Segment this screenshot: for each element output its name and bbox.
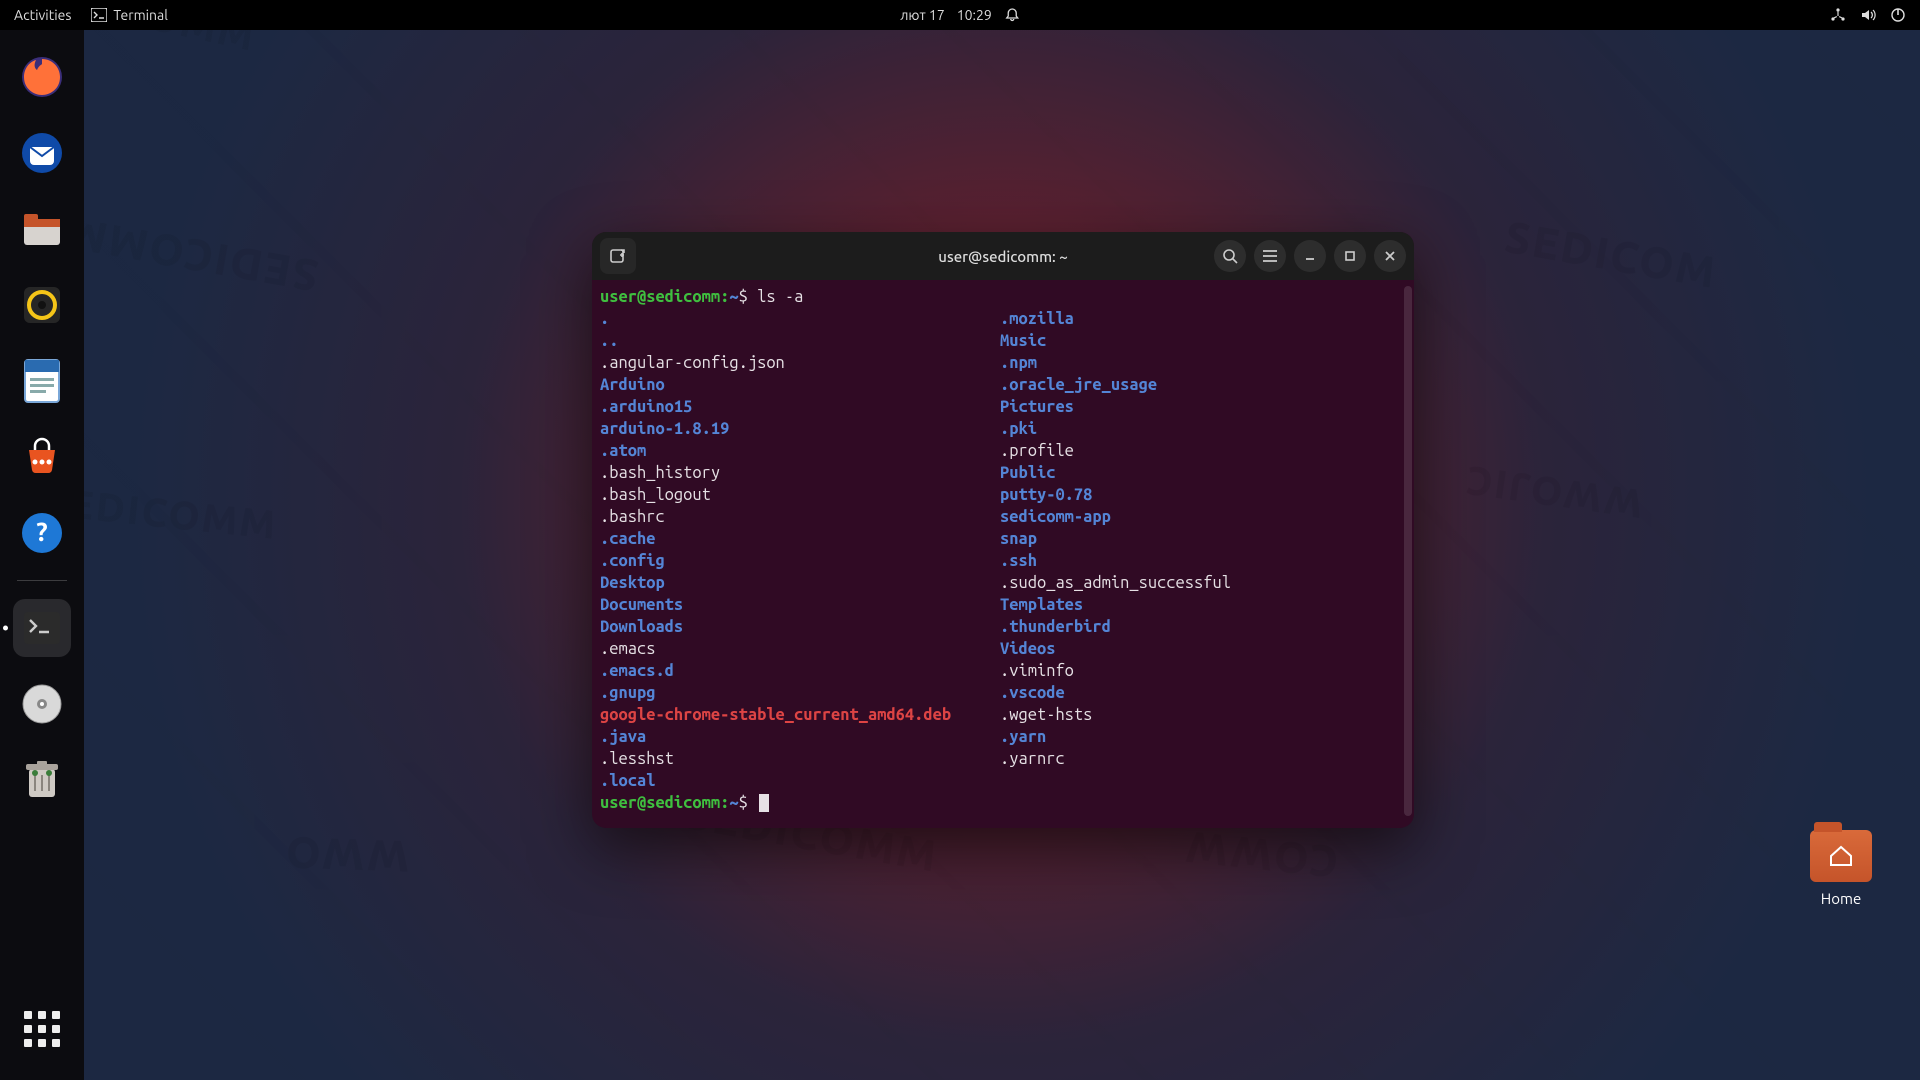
date-label: лют 17 [900, 7, 945, 23]
ls-entry: Templates [1000, 594, 1406, 616]
ls-entry: .local [600, 770, 1000, 792]
ls-entry: .mozilla [1000, 308, 1406, 330]
terminal-title: user@sedicomm: ~ [938, 248, 1067, 265]
home-folder-icon [1810, 830, 1872, 882]
terminal-icon [91, 8, 107, 22]
terminal-titlebar[interactable]: user@sedicomm: ~ [592, 232, 1414, 280]
dock: ? [0, 30, 84, 1080]
ls-entry: Public [1000, 462, 1406, 484]
ls-entry: .bash_logout [600, 484, 1000, 506]
top-bar: Activities Terminal лют 17 10:29 [0, 0, 1920, 30]
ls-entry: .pki [1000, 418, 1406, 440]
ls-entry: .yarn [1000, 726, 1406, 748]
ls-entry: .oracle_jre_usage [1000, 374, 1406, 396]
ls-entry: .thunderbird [1000, 616, 1406, 638]
apps-grid-icon [24, 1011, 60, 1047]
dock-separator [17, 580, 67, 581]
desktop-home-label: Home [1796, 890, 1886, 907]
ls-entry: .vscode [1000, 682, 1406, 704]
ls-entry: .profile [1000, 440, 1406, 462]
dock-help[interactable]: ? [13, 504, 71, 562]
dock-firefox[interactable] [13, 48, 71, 106]
time-label: 10:29 [957, 7, 992, 23]
ls-entry: .yarnrc [1000, 748, 1406, 770]
current-app-indicator[interactable]: Terminal [91, 7, 168, 23]
ls-entry: Downloads [600, 616, 1000, 638]
ls-entry: .sudo_as_admin_successful [1000, 572, 1406, 594]
volume-icon [1860, 7, 1876, 23]
ls-entry: Desktop [600, 572, 1000, 594]
ls-entry: .viminfo [1000, 660, 1406, 682]
ls-entry: .angular-config.json [600, 352, 1000, 374]
dock-terminal[interactable] [13, 599, 71, 657]
terminal-window: user@sedicomm: ~ [592, 232, 1414, 828]
ls-entry: .emacs.d [600, 660, 1000, 682]
dock-files[interactable] [13, 200, 71, 258]
ls-entry: arduino-1.8.19 [600, 418, 1000, 440]
activities-button[interactable]: Activities [14, 7, 71, 23]
dock-libreoffice-writer[interactable] [13, 352, 71, 410]
ls-entry: Music [1000, 330, 1406, 352]
ls-entry: putty-0.78 [1000, 484, 1406, 506]
terminal-command-line: user@sedicomm:~$ ls -a [600, 286, 1406, 308]
ls-entry: .wget-hsts [1000, 704, 1406, 726]
hamburger-menu-button[interactable] [1254, 240, 1286, 272]
ls-entry: .emacs [600, 638, 1000, 660]
ls-entry: .arduino15 [600, 396, 1000, 418]
current-app-name: Terminal [113, 7, 168, 23]
ls-entry: .bashrc [600, 506, 1000, 528]
terminal-body[interactable]: user@sedicomm:~$ ls -a ....angular-confi… [592, 280, 1414, 828]
ls-entry: Pictures [1000, 396, 1406, 418]
dock-rhythmbox[interactable] [13, 276, 71, 334]
ls-entry: Videos [1000, 638, 1406, 660]
minimize-button[interactable] [1294, 240, 1326, 272]
dock-trash[interactable] [13, 751, 71, 809]
dock-thunderbird[interactable] [13, 124, 71, 182]
ls-entry: .bash_history [600, 462, 1000, 484]
ls-entry: .. [600, 330, 1000, 352]
ls-entry: .npm [1000, 352, 1406, 374]
network-icon [1830, 7, 1846, 23]
terminal-cursor [759, 794, 769, 812]
dock-software-center[interactable] [13, 428, 71, 486]
ls-entry: .atom [600, 440, 1000, 462]
notification-bell-icon [1004, 7, 1020, 23]
ls-output: ....angular-config.jsonArduino.arduino15… [600, 308, 1406, 792]
desktop-home-icon[interactable]: Home [1796, 830, 1886, 907]
ls-entry: .lesshst [600, 748, 1000, 770]
power-icon [1890, 7, 1906, 23]
ls-entry: .java [600, 726, 1000, 748]
dock-disc[interactable] [13, 675, 71, 733]
ls-entry: .gnupg [600, 682, 1000, 704]
ls-entry: .cache [600, 528, 1000, 550]
show-applications-button[interactable] [13, 1000, 71, 1058]
ls-entry: Documents [600, 594, 1000, 616]
system-status-area[interactable] [1830, 7, 1920, 23]
search-button[interactable] [1214, 240, 1246, 272]
ls-entry: Arduino [600, 374, 1000, 396]
desktop[interactable]: SEDICOMM WWO SEDICO SEDICOMM SEDICOMM SE… [84, 30, 1920, 1080]
ls-entry: snap [1000, 528, 1406, 550]
clock-area[interactable]: лют 17 10:29 [900, 7, 1020, 23]
ls-entry: google-chrome-stable_current_amd64.deb [600, 704, 1000, 726]
close-button[interactable] [1374, 240, 1406, 272]
terminal-scrollbar[interactable] [1404, 286, 1412, 816]
ls-entry: .config [600, 550, 1000, 572]
terminal-prompt-line: user@sedicomm:~$ [600, 792, 1406, 814]
ls-entry: .ssh [1000, 550, 1406, 572]
ls-entry: . [600, 308, 1000, 330]
maximize-button[interactable] [1334, 240, 1366, 272]
ls-entry: sedicomm-app [1000, 506, 1406, 528]
new-tab-button[interactable] [600, 238, 636, 274]
svg-text:?: ? [36, 517, 47, 546]
